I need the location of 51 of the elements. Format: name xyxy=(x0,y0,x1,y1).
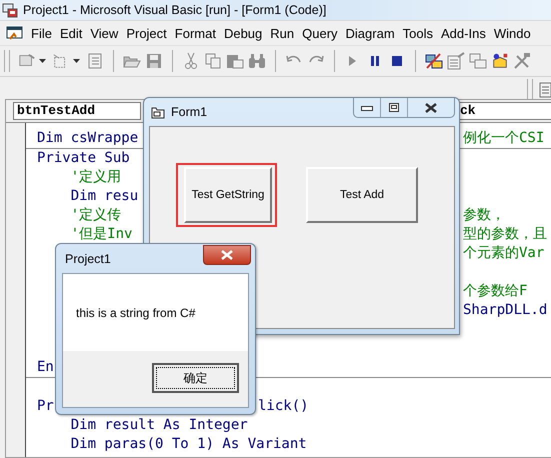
menu-item[interactable]: Windo xyxy=(490,26,535,40)
code-line: '定义传 xyxy=(70,207,122,223)
menu-item[interactable]: Format xyxy=(170,26,220,40)
close-button[interactable] xyxy=(203,245,251,265)
project-explorer-icon[interactable] xyxy=(425,52,443,70)
code-line: Private Sub xyxy=(37,150,131,166)
minimize-icon xyxy=(361,104,373,112)
code-line: 个参数给F xyxy=(463,282,528,301)
code-line: lick() xyxy=(258,397,309,416)
code-line: Pr xyxy=(37,398,54,414)
caret-icon[interactable] xyxy=(73,59,80,63)
code-line: Dim result As Integer xyxy=(70,417,248,433)
code-line: Dim csWrappe xyxy=(37,130,138,146)
window-title: Project1 xyxy=(65,252,111,266)
form-icon xyxy=(151,106,165,118)
code-line: Dim resu xyxy=(70,188,138,204)
close-icon xyxy=(425,102,437,112)
ok-button[interactable]: 确定 xyxy=(152,363,239,393)
maximize-icon xyxy=(389,103,399,112)
menu-item[interactable]: Project xyxy=(122,26,171,40)
procedure-dropdown[interactable]: ck xyxy=(459,102,551,120)
form-icon xyxy=(6,25,23,41)
menu-item[interactable]: View xyxy=(86,26,122,40)
menu-item[interactable]: File xyxy=(27,26,56,40)
form-button[interactable]: Test Add xyxy=(306,167,418,223)
code-line: 个元素的Var xyxy=(463,244,544,263)
form-button[interactable]: Test GetString xyxy=(184,167,272,223)
object-dropdown[interactable]: btnTestAdd xyxy=(13,102,141,120)
menu-item[interactable]: Query xyxy=(298,26,342,40)
code-line: En xyxy=(37,359,54,375)
object-browser-icon[interactable] xyxy=(491,52,509,70)
app-icon xyxy=(2,2,18,18)
menu-item[interactable]: Edit xyxy=(56,26,86,40)
caret-icon[interactable] xyxy=(39,59,46,63)
message-text: this is a string from C# xyxy=(76,306,196,320)
close-icon xyxy=(221,250,233,260)
code-line: '定义用 xyxy=(70,169,122,185)
code-line: Dim paras(0 To 1) As Variant xyxy=(70,436,307,452)
menu-item[interactable]: Tools xyxy=(398,26,438,40)
menu-item[interactable]: Debug xyxy=(220,26,266,40)
code-line: '但是Inv xyxy=(70,226,132,242)
code-line: 型的参数，且 xyxy=(463,225,547,244)
window-title: Project1 - Microsoft Visual Basic [run] - [Form1 (Code)] xyxy=(23,3,326,17)
window-title: Form1 xyxy=(171,105,208,119)
menu-item[interactable]: Diagram xyxy=(342,26,399,40)
menu-item[interactable]: Add-Ins xyxy=(437,26,490,40)
menu-item[interactable]: Run xyxy=(266,26,298,40)
window-list-icon[interactable] xyxy=(539,82,551,98)
code-line: SharpDLL.d xyxy=(463,301,548,320)
code-line: 例化一个CSI xyxy=(463,129,544,148)
code-line: 参数， xyxy=(463,206,505,225)
